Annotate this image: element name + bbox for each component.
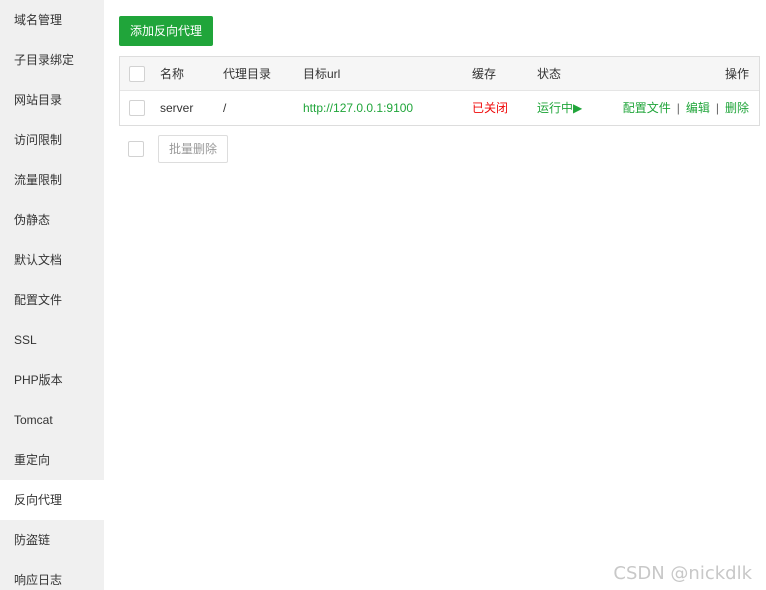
add-reverse-proxy-button[interactable]: 添加反向代理 <box>119 16 213 46</box>
sidebar-item-access-limit[interactable]: 访问限制 <box>0 120 104 160</box>
ops-separator: | <box>676 101 680 115</box>
main-content: 添加反向代理 名称 代理目录 目标url 缓存 状态 操作 server / h… <box>104 0 766 590</box>
row-cache-status[interactable]: 已关闭 <box>472 91 508 125</box>
sidebar-item-php-version[interactable]: PHP版本 <box>0 360 104 400</box>
sidebar-item-ssl[interactable]: SSL <box>0 320 104 360</box>
sidebar-item-traffic-limit[interactable]: 流量限制 <box>0 160 104 200</box>
row-operations: 配置文件 | 编辑 | 删除 <box>623 91 749 125</box>
sidebar-item-response-log[interactable]: 响应日志 <box>0 560 104 590</box>
sidebar-item-redirect[interactable]: 重定向 <box>0 440 104 480</box>
row-checkbox[interactable] <box>129 100 145 116</box>
header-proxy-dir: 代理目录 <box>223 67 272 81</box>
table-row: server / http://127.0.0.1:9100 已关闭 运行中▶ … <box>120 91 759 125</box>
sidebar-item-config-file[interactable]: 配置文件 <box>0 280 104 320</box>
sidebar-item-tomcat[interactable]: Tomcat <box>0 400 104 440</box>
row-name: server <box>160 101 194 115</box>
table-header: 名称 代理目录 目标url 缓存 状态 操作 <box>120 57 759 91</box>
sidebar-item-default-doc[interactable]: 默认文档 <box>0 240 104 280</box>
row-target-url: http://127.0.0.1:9100 <box>303 101 414 115</box>
edit-link[interactable]: 编辑 <box>686 101 710 115</box>
config-file-link[interactable]: 配置文件 <box>623 101 671 115</box>
ops-separator: | <box>715 101 719 115</box>
header-target-url: 目标url <box>303 67 341 81</box>
sidebar-item-subdir-binding[interactable]: 子目录绑定 <box>0 40 104 80</box>
sidebar-item-site-directory[interactable]: 网站目录 <box>0 80 104 120</box>
header-operations: 操作 <box>724 67 749 81</box>
sidebar-item-rewrite[interactable]: 伪静态 <box>0 200 104 240</box>
header-name: 名称 <box>160 67 185 81</box>
sidebar-item-reverse-proxy[interactable]: 反向代理 <box>0 480 104 520</box>
header-status: 状态 <box>537 67 562 81</box>
header-cache: 缓存 <box>472 67 497 81</box>
sidebar-item-hotlink-protection[interactable]: 防盗链 <box>0 520 104 560</box>
row-proxy-dir: / <box>223 101 227 115</box>
delete-link[interactable]: 删除 <box>725 101 749 115</box>
row-running-status[interactable]: 运行中▶ <box>537 91 582 125</box>
proxy-table: 名称 代理目录 目标url 缓存 状态 操作 server / http://1… <box>119 56 760 126</box>
select-all-checkbox[interactable] <box>129 66 145 82</box>
sidebar-item-domain[interactable]: 域名管理 <box>0 0 104 40</box>
batch-delete-button[interactable]: 批量删除 <box>158 135 228 163</box>
sidebar: 域名管理 子目录绑定 网站目录 访问限制 流量限制 伪静态 默认文档 配置文件 … <box>0 0 104 590</box>
watermark: CSDN @nickdlk <box>613 563 752 584</box>
batch-select-checkbox[interactable] <box>128 141 144 157</box>
